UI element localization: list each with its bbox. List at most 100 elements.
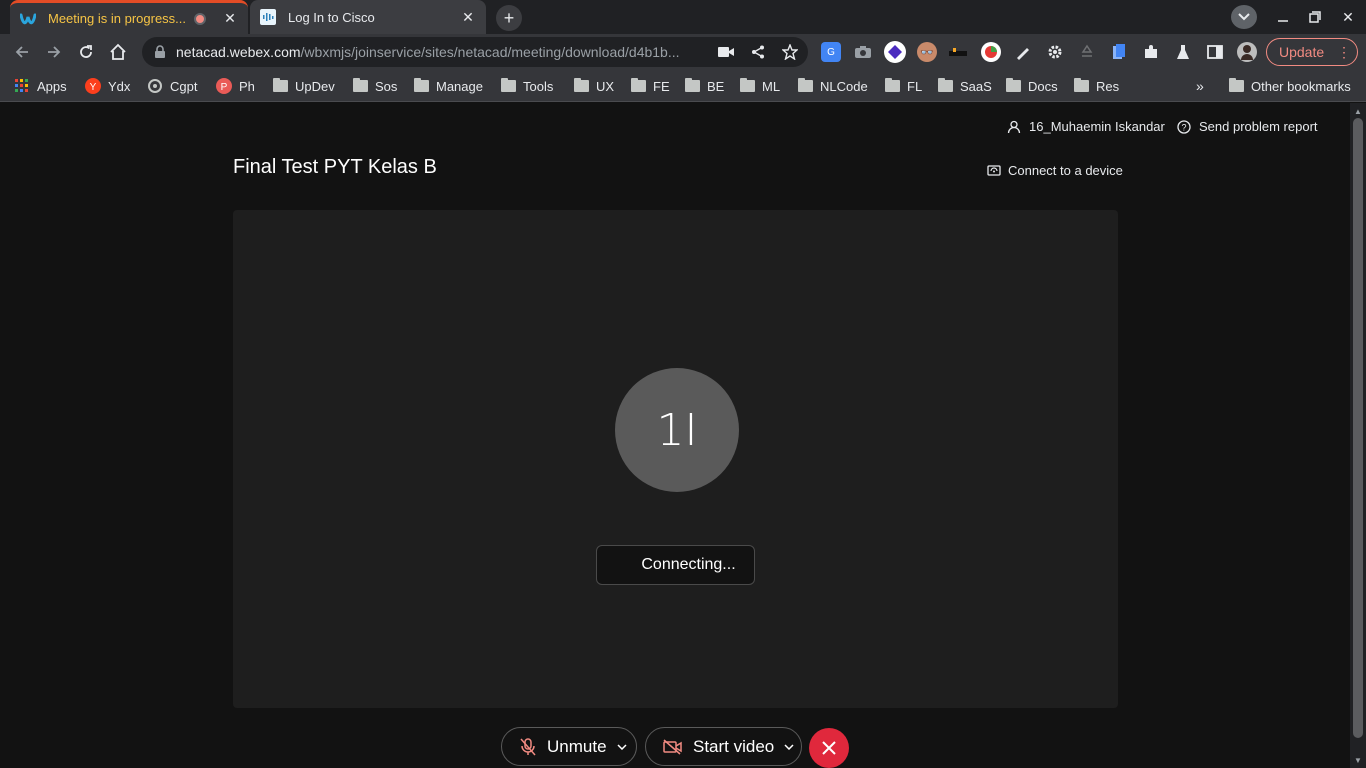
avatar: 1I [615, 368, 739, 492]
svg-text:Y: Y [90, 82, 97, 93]
bookmark-folder-ml[interactable]: ML [739, 78, 780, 94]
bookmark-folder-saas[interactable]: SaaS [937, 78, 992, 94]
forward-button[interactable] [42, 40, 66, 64]
bookmark-folder-sos[interactable]: Sos [352, 78, 397, 94]
more-menu-icon[interactable]: ⋮ [1337, 45, 1351, 59]
folder-icon [1005, 78, 1021, 93]
minimize-button[interactable] [1272, 6, 1294, 28]
extension-purple-diamond-icon[interactable] [884, 41, 906, 63]
recycle-icon[interactable] [1077, 42, 1097, 62]
bookmark-folder-docs[interactable]: Docs [1005, 78, 1058, 94]
side-panel-icon[interactable] [1205, 42, 1225, 62]
chevron-down-icon [1238, 13, 1250, 21]
reload-button[interactable] [74, 40, 98, 64]
folder-icon [1228, 78, 1244, 93]
bookmark-ydx[interactable]: Y Ydx [85, 78, 130, 94]
leave-meeting-button[interactable] [809, 728, 849, 768]
settings-gear-icon[interactable] [1045, 42, 1065, 62]
extension-dark-icon[interactable] [948, 42, 968, 62]
extension-color-picker-icon[interactable] [981, 42, 1001, 62]
bookmark-folder-res[interactable]: Res [1073, 78, 1119, 94]
bookmark-folder-fl[interactable]: FL [884, 78, 922, 94]
bookmark-folder-fe[interactable]: FE [630, 78, 670, 94]
help-circle-icon: ? [1177, 119, 1191, 134]
scrollbar-thumb[interactable] [1353, 118, 1363, 738]
microphone-muted-icon [520, 737, 536, 755]
bookmark-cgpt[interactable]: Cgpt [147, 78, 197, 94]
chatgpt-icon [147, 79, 163, 93]
folder-icon [500, 78, 516, 93]
more-bookmarks-chevron-icon[interactable]: » [1196, 78, 1204, 94]
screenshot-camera-icon[interactable] [853, 42, 873, 62]
unmute-button[interactable]: Unmute [501, 727, 637, 766]
google-translate-icon[interactable]: G [821, 42, 841, 62]
connecting-status: Connecting... [596, 545, 755, 585]
chevron-down-icon [617, 743, 627, 750]
device-cast-icon [987, 164, 1001, 176]
bookmark-folder-manage[interactable]: Manage [413, 78, 483, 94]
webex-icon [20, 11, 36, 27]
send-problem-report-link[interactable]: ? Send problem report [1177, 119, 1318, 134]
reload-icon [80, 45, 92, 58]
scroll-up-arrow-icon[interactable]: ▲ [1353, 106, 1363, 116]
close-icon [822, 741, 836, 755]
folder-icon [739, 78, 755, 93]
home-button[interactable] [106, 40, 130, 64]
close-tab-icon[interactable]: ✕ [222, 10, 238, 27]
start-video-label: Start video [693, 736, 775, 756]
labs-flask-icon[interactable] [1173, 42, 1193, 62]
tab-cisco-login[interactable]: Log In to Cisco ✕ [250, 0, 486, 34]
start-video-button[interactable]: Start video [645, 727, 802, 766]
svg-text:P: P [221, 82, 228, 93]
meeting-title: Final Test PYT Kelas B [233, 156, 437, 178]
tab-search-button[interactable] [1231, 5, 1257, 29]
close-tab-icon[interactable]: ✕ [460, 9, 476, 25]
bookmark-star-icon[interactable] [782, 44, 798, 60]
share-icon[interactable] [750, 44, 766, 60]
cisco-icon [260, 9, 276, 25]
bookmark-folder-updev[interactable]: UpDev [272, 78, 335, 94]
home-icon [110, 43, 126, 60]
folder-icon [630, 78, 646, 93]
user-name: 16_Muhaemin Iskandar [1029, 119, 1165, 134]
video-preview-area: 1I Connecting... [233, 210, 1118, 708]
folder-icon [684, 78, 700, 93]
extensions-puzzle-icon[interactable] [1141, 42, 1161, 62]
bookmark-folder-ux[interactable]: UX [573, 78, 614, 94]
bookmark-folder-nlcode[interactable]: NLCode [797, 78, 868, 94]
user-icon [1007, 120, 1021, 133]
connect-to-device-button[interactable]: Connect to a device [987, 163, 1123, 178]
profile-avatar-icon[interactable] [1237, 42, 1257, 62]
extension-blue-doc-icon[interactable] [1109, 42, 1129, 62]
bookmark-apps[interactable]: Apps [14, 78, 67, 94]
folder-icon [884, 78, 900, 93]
bookmark-folder-tools[interactable]: Tools [500, 78, 553, 94]
user-info[interactable]: 16_Muhaemin Iskandar [1007, 119, 1165, 134]
tab-strip: Meeting is in progress... ✕ Log In to Ci… [0, 0, 1366, 34]
back-button[interactable] [10, 40, 34, 64]
restore-button[interactable] [1304, 6, 1326, 28]
apps-grid-icon [14, 79, 30, 93]
bookmark-other-bookmarks[interactable]: Other bookmarks [1228, 78, 1351, 94]
folder-icon [352, 78, 368, 93]
lock-icon [155, 45, 165, 58]
new-tab-button[interactable]: + [496, 5, 522, 31]
bookmark-ph[interactable]: P Ph [216, 78, 255, 94]
folder-icon [1073, 78, 1089, 93]
bookmark-folder-be[interactable]: BE [684, 78, 724, 94]
update-button[interactable]: Update ⋮ [1266, 38, 1358, 66]
url-text: netacad.webex.com/wbxmjs/joinservice/sit… [176, 44, 680, 60]
chevron-down-icon [784, 743, 794, 750]
browser-toolbar: netacad.webex.com/wbxmjs/joinservice/sit… [0, 34, 1366, 70]
unmute-label: Unmute [547, 736, 607, 756]
address-bar[interactable]: netacad.webex.com/wbxmjs/joinservice/sit… [142, 37, 808, 67]
camera-in-use-icon[interactable] [718, 44, 734, 60]
tab-webex-meeting[interactable]: Meeting is in progress... ✕ [10, 0, 248, 34]
close-window-button[interactable]: ✕ [1337, 6, 1359, 28]
pen-tool-icon[interactable] [1013, 42, 1033, 62]
folder-icon [937, 78, 953, 93]
extension-face-icon[interactable]: 👓 [917, 42, 937, 62]
scroll-down-arrow-icon[interactable]: ▼ [1353, 755, 1363, 765]
connect-device-label: Connect to a device [1008, 163, 1123, 178]
folder-icon [413, 78, 429, 93]
